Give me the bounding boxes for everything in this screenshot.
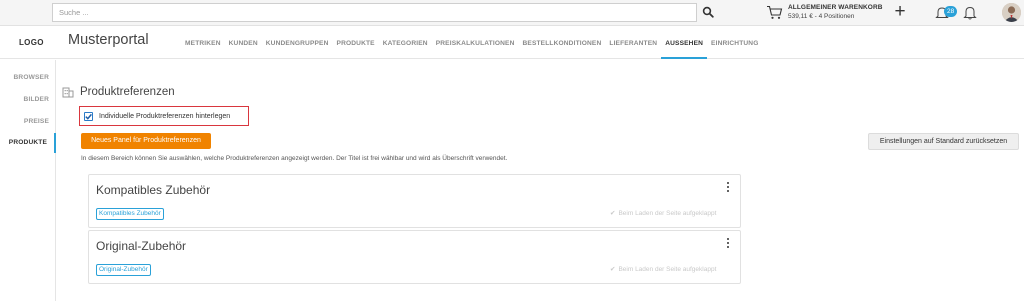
- expanded-label: Beim Laden der Seite aufgeklappt: [618, 210, 717, 217]
- logo[interactable]: LOGO: [19, 38, 44, 47]
- tab-kategorien[interactable]: KATEGORIEN: [379, 26, 432, 59]
- tab-bestellkonditionen[interactable]: BESTELLKONDITIONEN: [518, 26, 605, 59]
- search-input[interactable]: Suche ...: [52, 3, 697, 22]
- section-description: In diesem Bereich können Sie auswählen, …: [81, 155, 508, 162]
- sidebar-item-produkte[interactable]: PRODUKTE: [0, 133, 56, 153]
- avatar[interactable]: [1002, 3, 1021, 22]
- tab-produkte[interactable]: PRODUKTE: [333, 26, 379, 59]
- tab-kunden[interactable]: KUNDEN: [225, 26, 262, 59]
- plus-icon[interactable]: +: [892, 2, 908, 21]
- checkmark-icon: [85, 113, 92, 120]
- more-vertical-icon[interactable]: [725, 182, 731, 194]
- cart-summary: 539,11 € - 4 Positionen: [788, 13, 855, 20]
- reference-panel: Kompatibles Zubehör Kompatibles Zubehör …: [88, 174, 741, 228]
- tab-kundengruppen[interactable]: KUNDENGRUPPEN: [262, 26, 333, 59]
- tab-einrichtung[interactable]: EINRICHTUNG: [707, 26, 762, 59]
- sidebar-item-browser[interactable]: BROWSER: [0, 68, 56, 88]
- tab-preiskalkulationen[interactable]: PREISKALKULATIONEN: [432, 26, 519, 59]
- individual-references-checkbox[interactable]: [84, 112, 93, 121]
- panel-title: Kompatibles Zubehör: [96, 183, 211, 197]
- expanded-option[interactable]: ✔ Beim Laden der Seite aufgeklappt: [610, 265, 716, 273]
- sidebar: BROWSER BILDER PREISE PRODUKTE: [0, 60, 56, 301]
- checkmark-icon: ✔: [610, 266, 616, 273]
- notification-badge: 28: [944, 6, 958, 17]
- new-panel-button[interactable]: Neues Panel für Produktreferenzen: [81, 133, 211, 149]
- top-bar: Suche ... ALLGEMEINER WARENKORB 539,11 €…: [0, 0, 1024, 26]
- cart-icon[interactable]: [766, 5, 783, 20]
- expanded-option[interactable]: ✔ Beim Laden der Seite aufgeklappt: [610, 209, 716, 217]
- sidebar-item-preise[interactable]: PREISE: [0, 112, 56, 132]
- tab-metriken[interactable]: METRIKEN: [181, 26, 225, 59]
- reference-tag[interactable]: Kompatibles Zubehör: [96, 208, 164, 220]
- page-title: Produktreferenzen: [80, 86, 175, 98]
- building-icon: [62, 87, 74, 98]
- search-icon[interactable]: [702, 6, 714, 18]
- tab-aussehen[interactable]: AUSSEHEN: [661, 26, 708, 59]
- checkbox-label[interactable]: Individuelle Produktreferenzen hinterleg…: [99, 113, 230, 120]
- more-vertical-icon[interactable]: [725, 238, 731, 250]
- bell-icon[interactable]: [963, 5, 977, 20]
- main-header: LOGO Musterportal METRIKEN KUNDEN KUNDEN…: [0, 26, 1024, 59]
- tab-lieferanten[interactable]: LIEFERANTEN: [605, 26, 661, 59]
- panel-title: Original-Zubehör: [96, 239, 187, 253]
- main-nav: METRIKEN KUNDEN KUNDENGRUPPEN PRODUKTE K…: [181, 26, 763, 59]
- cart-title[interactable]: ALLGEMEINER WARENKORB: [788, 4, 883, 11]
- expanded-label: Beim Laden der Seite aufgeklappt: [618, 266, 717, 273]
- checkmark-icon: ✔: [610, 210, 616, 217]
- sidebar-item-bilder[interactable]: BILDER: [0, 90, 56, 110]
- reference-panel: Original-Zubehör Original-Zubehör ✔ Beim …: [88, 230, 741, 284]
- reset-defaults-button[interactable]: Einstellungen auf Standard zurücksetzen: [868, 133, 1019, 150]
- reference-tag[interactable]: Original-Zubehör: [96, 264, 151, 276]
- portal-name: Musterportal: [68, 32, 149, 48]
